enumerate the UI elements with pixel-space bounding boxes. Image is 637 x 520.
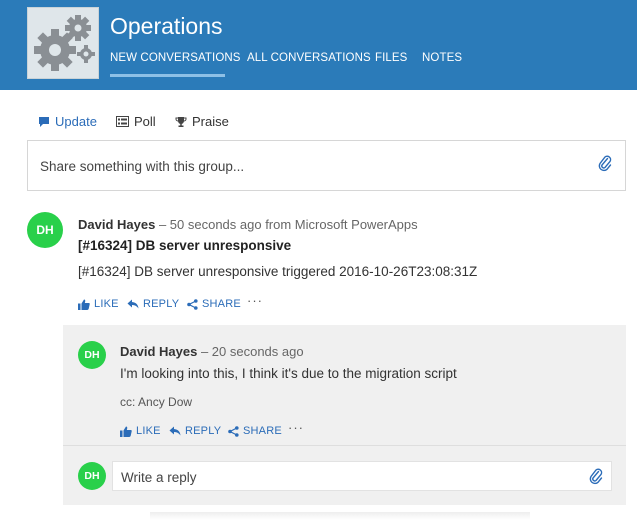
reply-icon [127,299,139,309]
message-icon [39,116,49,127]
share-label: SHARE [202,298,241,310]
paperclip-icon[interactable] [589,467,603,485]
post-body: [#16324] DB server unresponsive triggere… [78,264,478,279]
publisher-tab-label: Praise [192,114,229,129]
more-options-button[interactable]: ··· [247,293,263,308]
publisher-tab-label: Poll [134,114,156,129]
like-button[interactable]: LIKE [120,425,161,437]
more-options-button[interactable]: ··· [288,420,304,435]
active-tab-indicator [110,74,225,77]
poll-icon [116,116,129,127]
feed-bottom-shadow [150,512,530,520]
reply-label: REPLY [143,298,180,310]
reply-label: REPLY [185,425,222,437]
like-label: LIKE [94,298,119,310]
publisher-tab-praise[interactable]: Praise [175,114,229,129]
trophy-icon [175,116,187,127]
reply-body: I'm looking into this, I think it's due … [120,366,457,381]
thread-divider [63,445,626,446]
like-button[interactable]: LIKE [78,298,119,310]
tab-files[interactable]: FILES [375,52,407,64]
share-box [27,140,626,191]
publisher-tab-poll[interactable]: Poll [116,114,156,129]
like-label: LIKE [136,425,161,437]
avatar[interactable]: DH [27,212,63,248]
cc-user[interactable]: Ancy Dow [138,395,192,409]
post-meta: David Hayes – 50 seconds ago from Micros… [78,217,418,232]
tab-notes[interactable]: NOTES [422,52,462,64]
publisher-tab-label: Update [55,114,97,129]
share-button[interactable]: SHARE [187,298,241,310]
group-logo [27,7,99,79]
avatar[interactable]: DH [78,341,106,369]
cc-prefix: cc: [120,395,136,409]
share-icon [228,425,239,437]
share-icon [187,298,198,310]
reply-button[interactable]: REPLY [169,425,221,437]
reply-timestamp: – 20 seconds ago [200,344,304,359]
reply-cc: cc: Ancy Dow [120,395,192,409]
reply-author[interactable]: David Hayes [120,344,197,359]
share-input[interactable] [40,155,580,177]
paperclip-icon[interactable] [598,154,612,172]
reply-meta: David Hayes – 20 seconds ago [120,344,304,359]
reply-input[interactable] [121,467,571,487]
reply-box [112,461,612,491]
post-author[interactable]: David Hayes [78,217,155,232]
share-button[interactable]: SHARE [228,425,282,437]
reply-icon [169,426,181,436]
group-header: Operations NEW CONVERSATIONS ALL CONVERS… [0,0,637,90]
group-title: Operations [110,13,223,39]
post-timestamp: – 50 seconds ago from Microsoft PowerApp… [158,217,418,232]
share-label: SHARE [243,425,282,437]
avatar: DH [78,462,106,490]
thumbs-up-icon [120,426,132,437]
reply-button[interactable]: REPLY [127,298,179,310]
tab-new-conversations[interactable]: NEW CONVERSATIONS [110,52,241,64]
post-title: [#16324] DB server unresponsive [78,238,292,253]
tab-all-conversations[interactable]: ALL CONVERSATIONS [247,52,371,64]
thumbs-up-icon [78,299,90,310]
publisher-tab-update[interactable]: Update [38,114,97,129]
gears-icon [34,15,95,71]
